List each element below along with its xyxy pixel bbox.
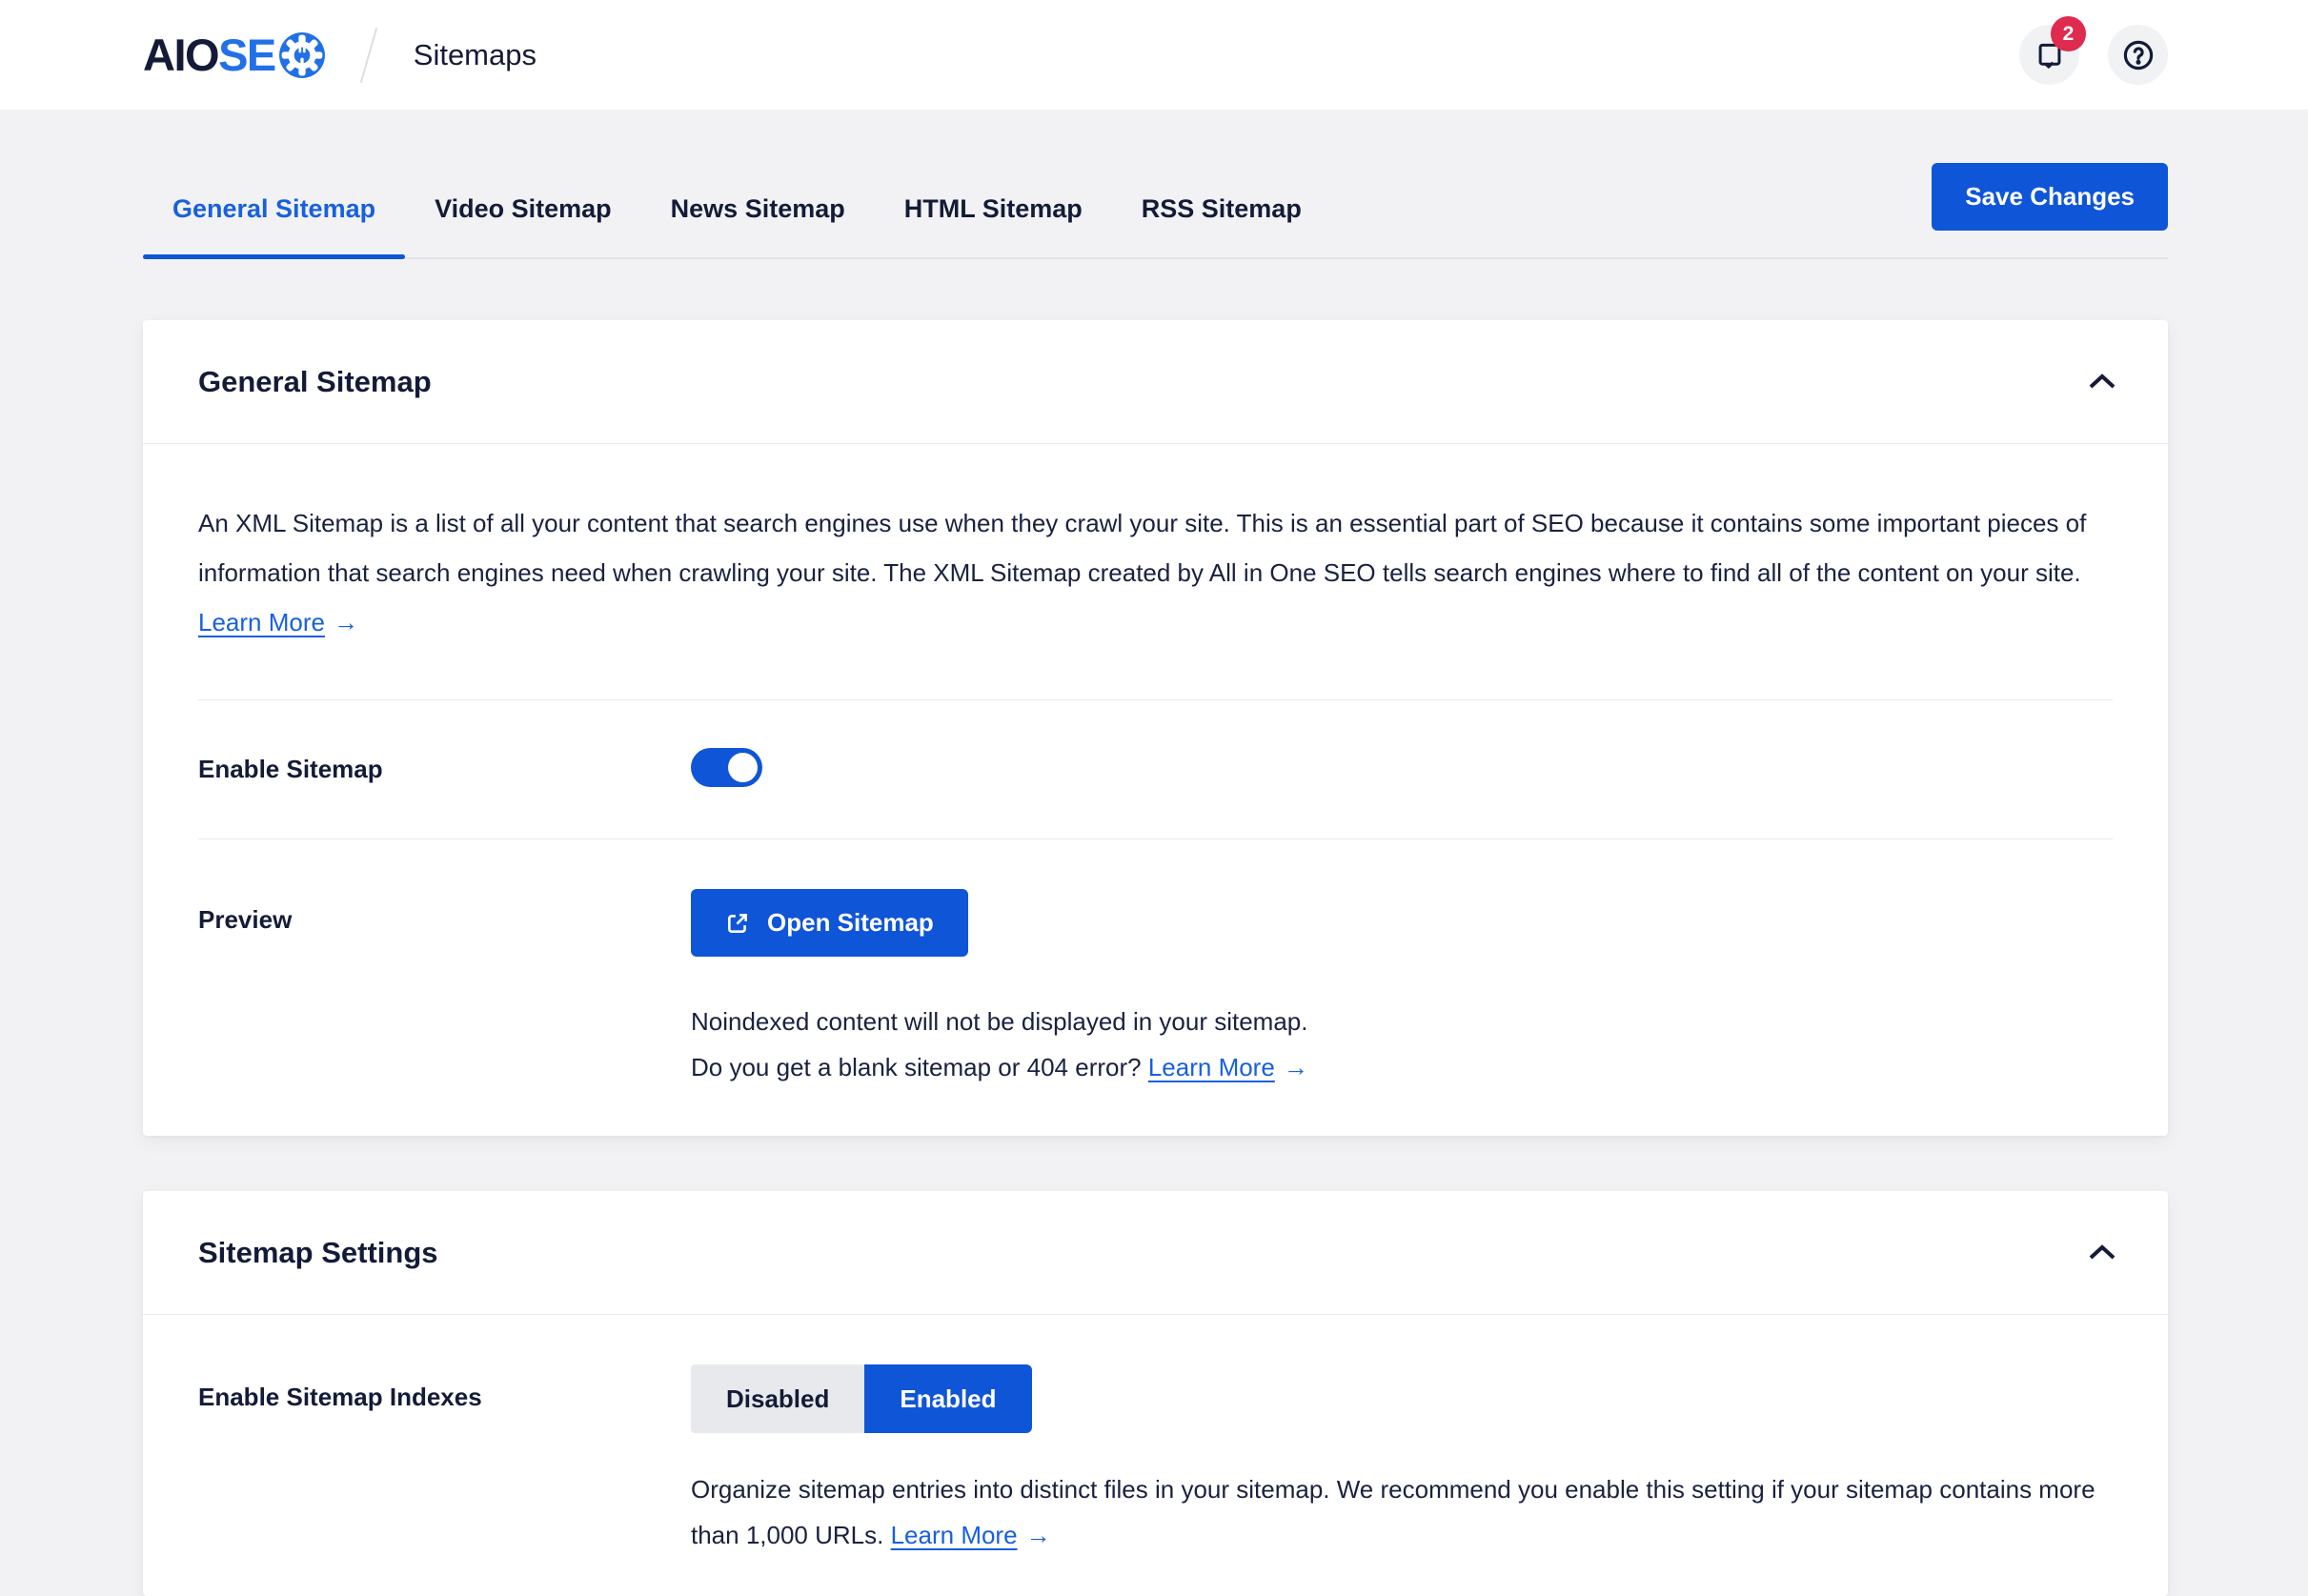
arrow-right-icon: → bbox=[1283, 1053, 1308, 1081]
sitemap-settings-card-body: Enable Sitemap Indexes Disabled Enabled … bbox=[143, 1315, 2168, 1596]
enable-sitemap-indexes-row: Enable Sitemap Indexes Disabled Enabled … bbox=[198, 1315, 2113, 1596]
card-title: Sitemap Settings bbox=[198, 1235, 438, 1269]
enable-sitemap-indexes-label: Enable Sitemap Indexes bbox=[198, 1383, 482, 1411]
chevron-up-icon bbox=[2088, 373, 2116, 391]
enable-sitemap-row: Enable Sitemap bbox=[198, 700, 2113, 838]
save-changes-button[interactable]: Save Changes bbox=[1932, 163, 2168, 231]
sitemap-settings-card-header: Sitemap Settings bbox=[143, 1191, 2168, 1315]
external-link-icon bbox=[725, 911, 750, 936]
header: AIO SE Sitemaps 2 bbox=[0, 0, 2308, 110]
sitemap-settings-card: Sitemap Settings Enable Sitemap Indexes … bbox=[143, 1191, 2168, 1596]
collapse-card-button[interactable] bbox=[2078, 1234, 2126, 1271]
breadcrumb-separator bbox=[359, 27, 377, 83]
learn-more-link[interactable]: Learn More → bbox=[198, 608, 358, 636]
tab-rss-sitemap[interactable]: RSS Sitemap bbox=[1112, 160, 1331, 257]
open-sitemap-button[interactable]: Open Sitemap bbox=[691, 889, 968, 957]
tab-label: Video Sitemap bbox=[435, 193, 612, 223]
noindex-note: Noindexed content will not be displayed … bbox=[691, 1007, 1308, 1036]
tab-label: HTML Sitemap bbox=[903, 193, 1083, 223]
tab-label: RSS Sitemap bbox=[1141, 193, 1302, 223]
learn-more-label: Learn More bbox=[198, 608, 325, 636]
logo-text-se: SE bbox=[218, 30, 276, 80]
indexes-disabled-button[interactable]: Disabled bbox=[691, 1364, 865, 1433]
tab-label: General Sitemap bbox=[172, 193, 376, 223]
description-text: An XML Sitemap is a list of all your con… bbox=[198, 509, 2087, 587]
open-sitemap-label: Open Sitemap bbox=[767, 908, 934, 937]
chevron-up-icon bbox=[2088, 1243, 2116, 1262]
arrow-right-icon: → bbox=[333, 608, 358, 636]
learn-more-link[interactable]: Learn More → bbox=[891, 1521, 1051, 1549]
preview-notes: Noindexed content will not be displayed … bbox=[691, 999, 2113, 1090]
preview-label: Preview bbox=[198, 905, 293, 934]
blank-sitemap-question: Do you get a blank sitemap or 404 error? bbox=[691, 1053, 1142, 1081]
aioseo-logo: AIO SE bbox=[143, 29, 326, 81]
card-description: An XML Sitemap is a list of all your con… bbox=[198, 444, 2113, 699]
sitemap-tabbar: General Sitemap Video Sitemap News Sitem… bbox=[143, 160, 2168, 259]
enable-sitemap-toggle[interactable] bbox=[691, 748, 762, 787]
notifications-button[interactable]: 2 bbox=[2019, 16, 2086, 85]
sitemap-indexes-segmented-control: Disabled Enabled bbox=[691, 1364, 1032, 1433]
tab-news-sitemap[interactable]: News Sitemap bbox=[641, 160, 875, 257]
tab-label: News Sitemap bbox=[670, 193, 845, 223]
general-sitemap-card-header: General Sitemap bbox=[143, 320, 2168, 444]
page-title: Sitemaps bbox=[413, 37, 537, 71]
preview-row: Preview Open Sitemap Noindexed content w… bbox=[198, 839, 2113, 1136]
indexes-description: Organize sitemap entries into distinct f… bbox=[691, 1466, 2113, 1558]
learn-more-link[interactable]: Learn More → bbox=[1148, 1053, 1308, 1081]
notifications-badge: 2 bbox=[2051, 16, 2086, 51]
help-button[interactable] bbox=[2108, 25, 2168, 85]
blank-sitemap-note: Do you get a blank sitemap or 404 error?… bbox=[691, 1044, 2113, 1090]
tab-general-sitemap[interactable]: General Sitemap bbox=[143, 160, 406, 259]
aioseo-sitemaps-page: AIO SE Sitemaps 2 General Sitemap Video … bbox=[0, 0, 2308, 1596]
logo-text-aio: AIO bbox=[143, 30, 220, 80]
learn-more-label: Learn More bbox=[890, 1521, 1018, 1549]
card-title: General Sitemap bbox=[198, 364, 432, 398]
learn-more-label: Learn More bbox=[1147, 1053, 1275, 1081]
toggle-knob bbox=[728, 753, 758, 782]
tab-html-sitemap[interactable]: HTML Sitemap bbox=[875, 160, 1112, 257]
arrow-right-icon: → bbox=[1025, 1521, 1051, 1549]
help-icon bbox=[2120, 37, 2156, 73]
enable-sitemap-label: Enable Sitemap bbox=[198, 755, 383, 783]
main-content: General Sitemap Video Sitemap News Sitem… bbox=[0, 160, 2308, 1596]
indexes-enabled-button[interactable]: Enabled bbox=[864, 1364, 1032, 1433]
general-sitemap-card-body: An XML Sitemap is a list of all your con… bbox=[143, 444, 2168, 1136]
collapse-card-button[interactable] bbox=[2078, 363, 2126, 400]
tab-video-sitemap[interactable]: Video Sitemap bbox=[405, 160, 641, 257]
logo-gear-icon bbox=[278, 31, 326, 79]
header-actions: 2 bbox=[2019, 16, 2168, 85]
general-sitemap-card: General Sitemap An XML Sitemap is a list… bbox=[143, 320, 2168, 1136]
